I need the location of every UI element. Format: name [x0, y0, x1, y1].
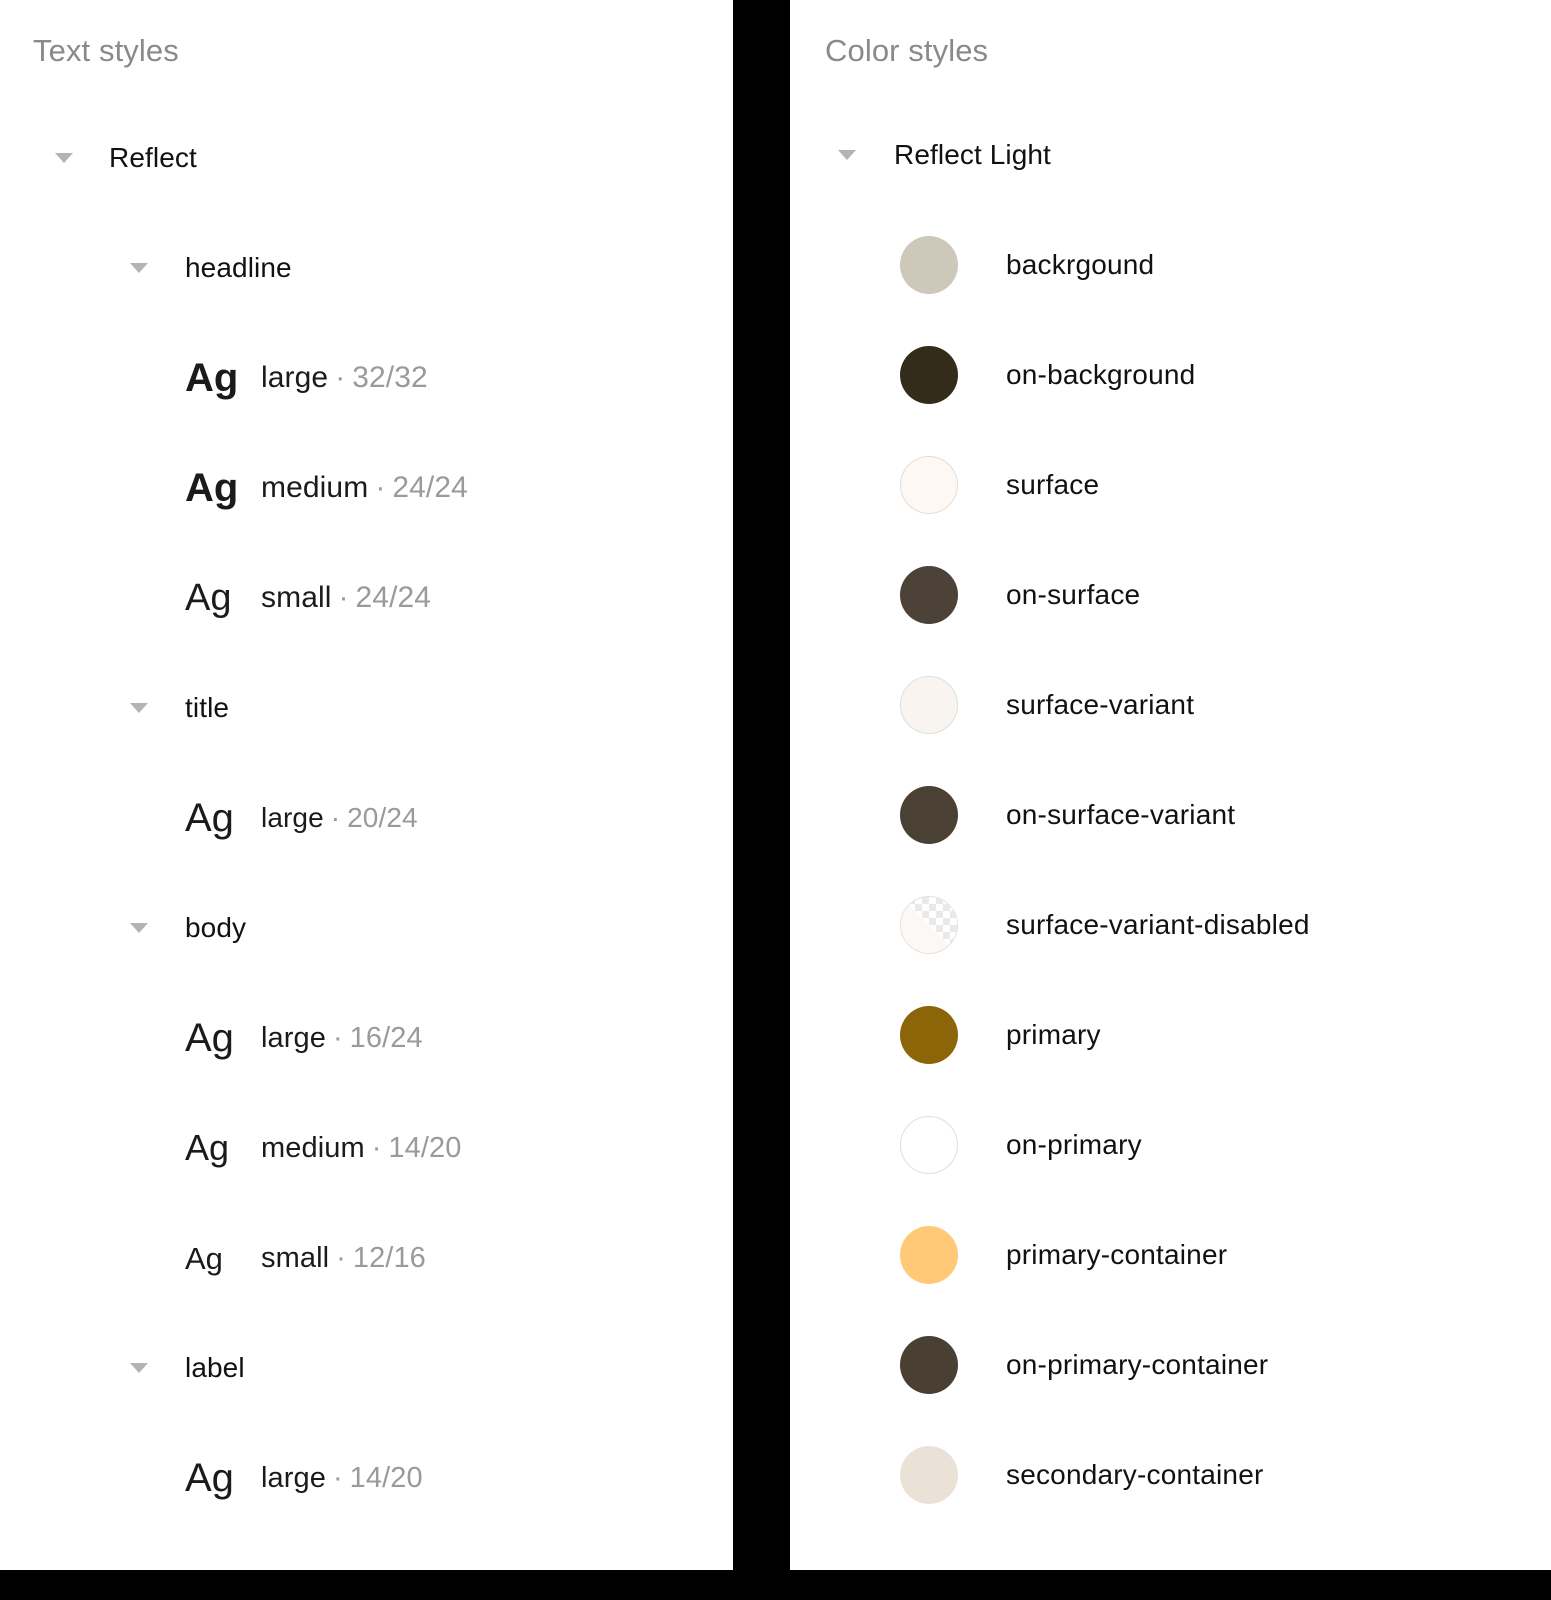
color-styles-heading: Color styles: [825, 33, 989, 68]
text-style-row[interactable]: Ag large · 14/20: [185, 1456, 423, 1500]
color-swatch[interactable]: [900, 1446, 958, 1504]
type-specimen: Ag: [185, 1456, 234, 1500]
color-style-name: surface-variant-disabled: [1006, 909, 1310, 940]
tree-group-label: Reflect Light: [894, 139, 1051, 170]
type-specimen: Ag: [185, 796, 234, 840]
tree-group-reflect[interactable]: Reflect: [55, 136, 197, 180]
color-style-row[interactable]: secondary-container: [900, 1446, 1264, 1504]
color-style-name: on-primary: [1006, 1129, 1142, 1160]
text-style-metrics: 12/16: [352, 1241, 426, 1274]
text-style-row[interactable]: Ag medium · 24/24: [185, 466, 468, 510]
style-separator: ·: [335, 361, 346, 394]
color-style-name: backrgound: [1006, 249, 1155, 280]
text-style-metrics: 20/24: [347, 802, 418, 833]
text-style-name: large: [261, 1021, 326, 1054]
text-style-metrics: 24/24: [392, 471, 468, 504]
text-styles-heading: Text styles: [33, 33, 179, 68]
color-style-row[interactable]: primary: [900, 1006, 1101, 1064]
text-style-name: large: [261, 802, 324, 833]
color-style-name: on-surface-variant: [1006, 799, 1236, 830]
style-separator: ·: [333, 1461, 343, 1494]
text-style-name: small: [261, 581, 332, 614]
type-specimen: Ag: [185, 1240, 223, 1276]
text-style-row[interactable]: Ag small · 12/16: [185, 1236, 426, 1280]
text-style-row[interactable]: Ag medium · 14/20: [185, 1126, 462, 1170]
color-style-name: primary-container: [1006, 1239, 1228, 1270]
text-style-name: small: [261, 1241, 330, 1274]
color-style-row[interactable]: surface-variant: [900, 676, 1195, 734]
style-separator: ·: [375, 471, 386, 504]
caret-down-icon[interactable]: [55, 153, 73, 163]
color-swatch[interactable]: [900, 1336, 958, 1394]
color-swatch[interactable]: [900, 456, 958, 514]
tree-group-label: body: [185, 912, 247, 943]
color-style-row[interactable]: surface-variant-disabled: [900, 896, 1310, 954]
screenshot-stage: Text styles Reflect headline Ag large · 32/32…: [0, 0, 1551, 1600]
color-style-row[interactable]: backrgound: [900, 236, 1155, 294]
color-style-name: secondary-container: [1006, 1459, 1264, 1490]
color-style-row[interactable]: on-background: [900, 346, 1196, 404]
color-swatch[interactable]: [900, 1226, 958, 1284]
text-style-row[interactable]: Ag small · 24/24: [185, 576, 431, 620]
type-specimen: Ag: [185, 577, 232, 619]
color-style-row[interactable]: primary-container: [900, 1226, 1228, 1284]
color-style-name: on-surface: [1006, 579, 1141, 610]
text-style-name: large: [261, 1461, 326, 1494]
type-specimen: Ag: [185, 1016, 234, 1060]
tree-group-title[interactable]: title: [130, 686, 229, 730]
tree-group-reflect-light[interactable]: Reflect Light: [838, 133, 1051, 177]
text-style-name: medium: [261, 471, 369, 504]
text-style-row[interactable]: Ag large · 16/24: [185, 1016, 423, 1060]
tree-group-label: Reflect: [109, 142, 197, 173]
tree-group-label: title: [185, 692, 230, 723]
caret-down-icon[interactable]: [130, 923, 148, 933]
tree-group-body[interactable]: body: [130, 906, 246, 950]
color-swatch[interactable]: [900, 1116, 958, 1174]
color-style-name: surface-variant: [1006, 689, 1195, 720]
color-style-name: surface: [1006, 469, 1100, 500]
color-style-row[interactable]: on-primary: [900, 1116, 1142, 1174]
color-swatch[interactable]: [900, 236, 958, 294]
caret-down-icon[interactable]: [130, 1363, 148, 1373]
color-styles-panel: Color styles Reflect Light backrgound on-b…: [790, 0, 1551, 1570]
caret-down-icon[interactable]: [130, 263, 148, 273]
color-style-row[interactable]: on-surface: [900, 566, 1141, 624]
color-swatch[interactable]: [900, 896, 958, 954]
color-style-row[interactable]: on-primary-container: [900, 1336, 1269, 1394]
color-style-name: on-primary-container: [1006, 1349, 1269, 1380]
caret-down-icon[interactable]: [838, 150, 856, 160]
color-style-row[interactable]: surface: [900, 456, 1100, 514]
text-style-metrics: 16/24: [349, 1021, 423, 1054]
color-style-name: on-background: [1006, 359, 1196, 390]
text-style-metrics: 32/32: [352, 361, 428, 394]
tree-group-label: headline: [185, 252, 292, 283]
type-specimen: Ag: [185, 466, 239, 510]
color-style-row[interactable]: on-surface-variant: [900, 786, 1236, 844]
style-separator: ·: [371, 1131, 382, 1164]
style-separator: ·: [330, 802, 341, 833]
style-separator: ·: [333, 1021, 343, 1054]
caret-down-icon[interactable]: [130, 703, 148, 713]
text-style-metrics: 24/24: [355, 581, 432, 614]
style-separator: ·: [338, 581, 349, 614]
color-style-name: primary: [1006, 1019, 1101, 1050]
color-swatch[interactable]: [900, 786, 958, 844]
type-specimen: Ag: [185, 1127, 230, 1168]
color-swatch[interactable]: [900, 566, 958, 624]
color-swatch[interactable]: [900, 676, 958, 734]
text-style-row[interactable]: Ag large · 32/32: [185, 356, 428, 400]
text-styles-panel: Text styles Reflect headline Ag large · 32/32…: [0, 0, 733, 1570]
color-swatch[interactable]: [900, 1006, 958, 1064]
tree-group-label[interactable]: label: [130, 1346, 245, 1390]
text-style-row[interactable]: Ag large · 20/24: [185, 796, 418, 840]
text-style-metrics: 14/20: [388, 1131, 462, 1164]
style-separator: ·: [336, 1241, 346, 1274]
tree-group-label: label: [185, 1352, 245, 1383]
text-style-metrics: 14/20: [349, 1461, 423, 1494]
text-style-name: large: [261, 361, 329, 394]
tree-group-headline[interactable]: headline: [130, 246, 292, 290]
color-swatch[interactable]: [900, 346, 958, 404]
text-style-name: medium: [261, 1131, 365, 1164]
type-specimen: Ag: [185, 356, 239, 400]
